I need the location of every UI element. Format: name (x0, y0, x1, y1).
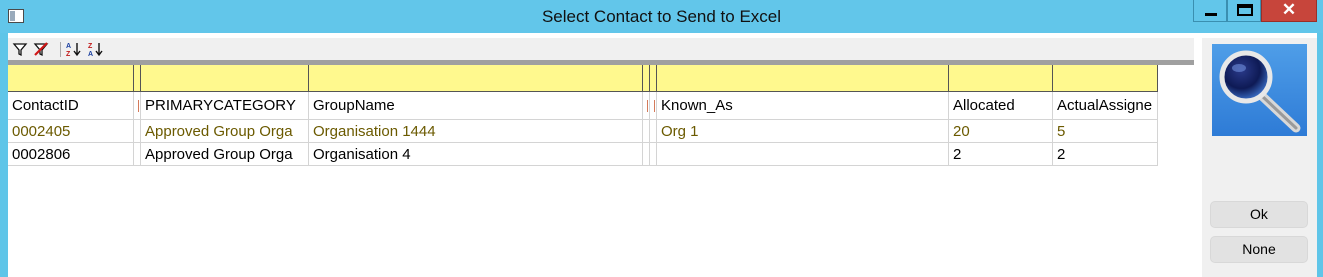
sort-ascending-icon[interactable]: A Z (66, 41, 82, 57)
title-bar: Select Contact to Send to Excel ✕ (0, 0, 1323, 33)
cell-groupname[interactable]: Organisation 1444 (309, 120, 643, 143)
search-tile[interactable] (1212, 44, 1307, 136)
cell-allocated[interactable]: 2 (949, 143, 1053, 166)
cell-known-as[interactable]: Org 1 (657, 120, 949, 143)
column-header-spacer[interactable] (134, 92, 141, 120)
column-header-groupname[interactable]: GroupName (309, 92, 643, 120)
filter-cell-groupname[interactable] (309, 65, 643, 92)
cell-spacer (650, 143, 657, 166)
column-header-primarycategory[interactable]: PRIMARYCATEGORY (141, 92, 309, 120)
cell-primarycategory[interactable]: Approved Group Orga (141, 143, 309, 166)
filter-cell-known-as[interactable] (657, 65, 949, 92)
sort-descending-icon[interactable]: Z A (88, 41, 104, 57)
svg-text:A: A (88, 51, 93, 57)
window-title: Select Contact to Send to Excel (541, 7, 782, 26)
minimize-button[interactable] (1193, 0, 1227, 22)
svg-text:A: A (66, 43, 71, 50)
cell-spacer (650, 120, 657, 143)
filter-cell-spacer[interactable] (643, 65, 650, 92)
column-header-allocated[interactable]: Allocated (949, 92, 1053, 120)
cell-contactid[interactable]: 0002806 (8, 143, 134, 166)
cell-actualassigned[interactable]: 5 (1053, 120, 1158, 143)
close-button[interactable]: ✕ (1261, 0, 1317, 22)
dialog-body: A Z Z A ContactID PRIMARYCATEGORY GroupN… (8, 33, 1317, 277)
svg-text:Z: Z (66, 51, 71, 57)
cell-contactid[interactable]: 0002405 (8, 120, 134, 143)
filter-cell-spacer[interactable] (650, 65, 657, 92)
column-header-contactid[interactable]: ContactID (8, 92, 134, 120)
svg-text:Z: Z (88, 43, 93, 50)
minimize-icon (1205, 13, 1217, 16)
cell-spacer (134, 143, 141, 166)
cell-primarycategory[interactable]: Approved Group Orga (141, 120, 309, 143)
close-icon: ✕ (1281, 0, 1297, 19)
none-button[interactable]: None (1210, 236, 1308, 263)
toolbar-separator (60, 42, 61, 57)
filter-cell-contactid[interactable] (8, 65, 134, 92)
cell-spacer (643, 143, 650, 166)
cell-groupname[interactable]: Organisation 4 (309, 143, 643, 166)
ok-button[interactable]: Ok (1210, 201, 1308, 228)
cell-known-as[interactable] (657, 143, 949, 166)
filter-cell-spacer[interactable] (134, 65, 141, 92)
filter-cell-actualassigned[interactable] (1053, 65, 1158, 92)
magnifier-icon (1219, 50, 1301, 133)
side-panel: Ok None (1202, 38, 1317, 277)
column-header-actualassigned[interactable]: ActualAssigne (1053, 92, 1158, 120)
maximize-button[interactable] (1227, 0, 1261, 22)
column-header-known-as[interactable]: Known_As (657, 92, 949, 120)
cell-actualassigned[interactable]: 2 (1053, 143, 1158, 166)
filter-cell-primarycategory[interactable] (141, 65, 309, 92)
cell-allocated[interactable]: 20 (949, 120, 1053, 143)
maximize-icon (1237, 4, 1253, 16)
column-header-spacer[interactable] (643, 92, 650, 120)
filter-cell-allocated[interactable] (949, 65, 1053, 92)
clear-filter-icon[interactable] (33, 41, 49, 57)
cell-spacer (134, 120, 141, 143)
grid-toolbar: A Z Z A (8, 38, 1194, 60)
column-header-spacer[interactable] (650, 92, 657, 120)
filter-icon[interactable] (12, 41, 28, 57)
cell-spacer (643, 120, 650, 143)
